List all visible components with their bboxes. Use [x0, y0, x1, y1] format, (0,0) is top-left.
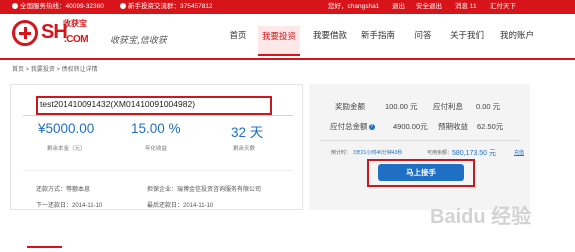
days-value: 32 天: [231, 125, 264, 140]
logo-com: .COM: [64, 34, 89, 45]
take-over-button[interactable]: 马上接手: [378, 164, 464, 181]
watermark: Baidu 经验: [430, 206, 532, 228]
nav-guide[interactable]: 新手指南: [358, 28, 398, 56]
rate-label: 年化收益: [145, 146, 168, 152]
breadcrumb[interactable]: 首页 > 我要投资 > 债权转让详情: [12, 64, 98, 73]
total-label-wrap: 应付总金额?: [330, 121, 375, 132]
interest-value: 0.00 元: [476, 102, 501, 111]
last-repay-date: 最后还款日：2014-11-10: [147, 203, 214, 209]
nav-home[interactable]: 首页: [225, 28, 251, 56]
security-link[interactable]: 安全退出: [416, 0, 442, 14]
principal-value: ¥5000.00: [38, 121, 95, 136]
top-bar: 全国服务热线：40099-32360 新手投资交流群：375457812 您好，…: [0, 0, 575, 14]
countdown-label: 倒计时：: [331, 150, 352, 156]
total-value: 4900.00元: [393, 122, 428, 131]
recharge-link[interactable]: 汇付天下: [490, 0, 516, 14]
expected-value: 62.50元: [477, 122, 504, 131]
group-icon: [120, 3, 126, 9]
rate-value: 15.00 %: [131, 121, 181, 136]
greeting: 您好，changsha1: [328, 3, 380, 10]
expected-label: 预期收益: [438, 122, 468, 131]
username-link[interactable]: changsha1: [348, 3, 380, 10]
bottom-tab-indicator: [27, 246, 62, 248]
total-label: 应付总金额: [330, 122, 368, 131]
logo-icon[interactable]: [12, 20, 38, 46]
available-label: 可用余额：: [427, 150, 453, 156]
hotline: 全国服务热线：40099-32360: [12, 0, 104, 14]
nav-borrow[interactable]: 我要借款: [310, 28, 350, 56]
title-divider: [23, 115, 293, 116]
help-icon[interactable]: ?: [368, 124, 375, 130]
qq-group: 新手投资交流群：375457812: [120, 0, 213, 14]
card-divider: [23, 170, 293, 171]
nav-about[interactable]: 关于我们: [447, 28, 487, 56]
phone-icon: [12, 3, 18, 9]
messages-link[interactable]: 消息 11: [455, 0, 477, 14]
slogan: 收获宝,信收获: [110, 36, 167, 46]
reward-value: 100.00 元: [385, 102, 418, 111]
nav-account[interactable]: 我的账户: [497, 28, 537, 56]
principal-label: 剩余本金（元）: [47, 146, 86, 152]
exit-link[interactable]: 退出: [392, 0, 405, 14]
product-title: test201410091432(XM01410091004982): [40, 99, 196, 109]
nav-qa[interactable]: 问答: [410, 28, 436, 56]
nav-invest[interactable]: 我要投资: [258, 26, 300, 56]
available-value: 580,173.50 元: [452, 150, 496, 157]
guarantor: 担保企业：瑞博金信投资咨询服务有限公司: [147, 187, 262, 193]
days-label: 剩余天数: [233, 146, 256, 152]
header-divider: [0, 58, 575, 60]
reward-label: 奖励金额: [335, 102, 365, 111]
next-repay-date: 下一还款日：2014-11-10: [36, 203, 103, 209]
interest-label: 应付利息: [433, 102, 463, 111]
recharge-link[interactable]: 充值: [514, 149, 524, 156]
countdown-value: 3天21小时46分钟43秒: [353, 150, 403, 156]
logo-cn: 收获宝: [63, 19, 87, 28]
panel-divider: [319, 140, 521, 141]
repay-method: 还款方式：等额本息: [36, 187, 91, 193]
